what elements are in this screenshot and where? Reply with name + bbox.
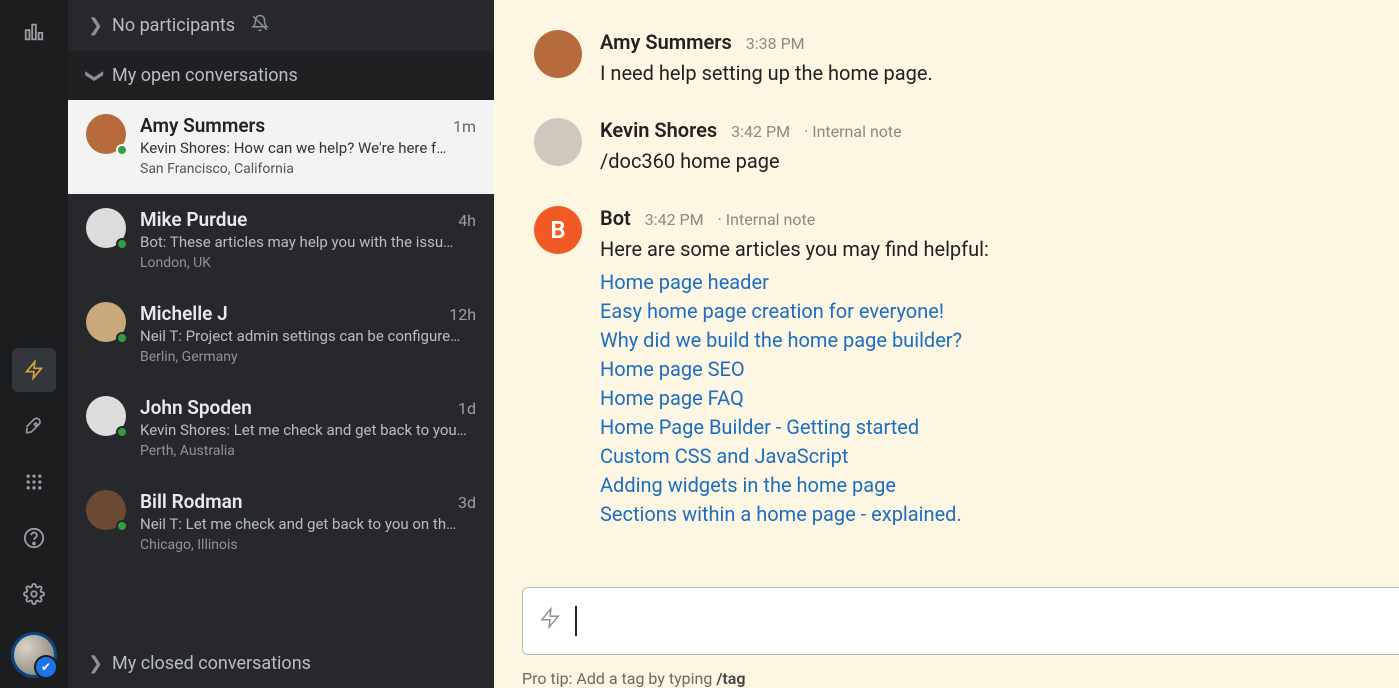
conversation-time: 12h [449, 305, 476, 324]
section-label: No participants [112, 15, 235, 36]
message-text: I need help setting up the home page. [600, 58, 1359, 88]
bell-off-icon [251, 14, 269, 37]
conversation-sidebar: ❯ No participants ❯ My open conversation… [68, 0, 494, 688]
help-icon[interactable] [12, 516, 56, 560]
conversation-list: Amy Summers 1m Kevin Shores: How can we … [68, 100, 494, 639]
avatar [86, 396, 126, 436]
conversation-time: 3d [458, 493, 476, 512]
presence-indicator [116, 332, 128, 344]
chevron-down-icon: ❯ [85, 69, 106, 83]
settings-gear-icon[interactable] [12, 572, 56, 616]
avatar [86, 490, 126, 530]
internal-note-label: Internal note [718, 210, 816, 229]
conversation-preview: Neil T: Let me check and get back to you… [140, 515, 476, 533]
conversation-preview: Kevin Shores: Let me check and get back … [140, 421, 476, 439]
article-link[interactable]: Why did we build the home page builder? [600, 326, 1359, 355]
conversation-time: 4h [458, 211, 476, 230]
message-author: Amy Summers [600, 30, 732, 54]
analytics-icon[interactable] [12, 10, 56, 54]
conversation-name: Michelle J [140, 302, 228, 325]
chevron-right-icon: ❯ [88, 15, 102, 36]
message-time: 3:42 PM [731, 122, 790, 141]
conversation-item[interactable]: Bill Rodman 3d Neil T: Let me check and … [68, 476, 494, 570]
message-time: 3:42 PM [645, 210, 704, 229]
section-my-closed[interactable]: ❯ My closed conversations [68, 639, 494, 688]
conversation-item[interactable]: Michelle J 12h Neil T: Project admin set… [68, 288, 494, 382]
article-link[interactable]: Home page header [600, 268, 1359, 297]
article-link[interactable]: Home page FAQ [600, 384, 1359, 413]
current-user-avatar[interactable] [11, 632, 57, 678]
conversation-name: Mike Purdue [140, 208, 247, 231]
avatar [86, 302, 126, 342]
bolt-icon[interactable] [539, 605, 561, 637]
message-time: 3:38 PM [746, 34, 805, 53]
message-author: Kevin Shores [600, 118, 717, 142]
message-composer[interactable] [522, 587, 1399, 655]
nav-rail [0, 0, 68, 688]
conversation-location: San Francisco, California [140, 161, 476, 177]
message-author: Bot [600, 206, 631, 230]
message: Amy Summers 3:38 PM I need help setting … [534, 30, 1359, 88]
conversation-name: Bill Rodman [140, 490, 242, 513]
conversation-location: Berlin, Germany [140, 349, 476, 365]
conversation-preview: Neil T: Project admin settings can be co… [140, 327, 476, 345]
conversation-item[interactable]: Mike Purdue 4h Bot: These articles may h… [68, 194, 494, 288]
conversation-preview: Bot: These articles may help you with th… [140, 233, 476, 251]
chat-pane: Amy Summers 3:38 PM I need help setting … [494, 0, 1399, 688]
message-avatar: B [534, 206, 582, 254]
text-caret [575, 606, 577, 636]
conversation-time: 1d [458, 399, 476, 418]
conversation-name: Amy Summers [140, 114, 265, 137]
internal-note-label: Internal note [804, 122, 902, 141]
message-avatar [534, 118, 582, 166]
conversation-item[interactable]: John Spoden 1d Kevin Shores: Let me chec… [68, 382, 494, 476]
article-link[interactable]: Easy home page creation for everyone! [600, 297, 1359, 326]
message-avatar [534, 30, 582, 78]
conversation-location: Chicago, Illinois [140, 537, 476, 553]
pro-tip: Pro tip: Add a tag by typing /tag [494, 661, 1399, 688]
avatar [86, 208, 126, 248]
article-link[interactable]: Home Page Builder - Getting started [600, 413, 1359, 442]
conversation-location: Perth, Australia [140, 443, 476, 459]
presence-indicator [116, 426, 128, 438]
chevron-right-icon: ❯ [88, 653, 102, 674]
conversation-preview: Kevin Shores: How can we help? We're her… [140, 139, 476, 157]
conversation-time: 1m [453, 117, 476, 136]
conversation-item[interactable]: Amy Summers 1m Kevin Shores: How can we … [68, 100, 494, 194]
bolt-icon[interactable] [12, 348, 56, 392]
avatar [86, 114, 126, 154]
pro-tip-text: Pro tip: Add a tag by typing [522, 669, 716, 688]
section-no-participants[interactable]: ❯ No participants [68, 0, 494, 51]
section-label: My open conversations [112, 65, 298, 86]
section-label: My closed conversations [112, 653, 311, 674]
presence-indicator [116, 238, 128, 250]
article-link[interactable]: Sections within a home page - explained. [600, 500, 1359, 529]
conversation-name: John Spoden [140, 396, 252, 419]
article-link[interactable]: Custom CSS and JavaScript [600, 442, 1359, 471]
pro-tip-cmd: /tag [716, 669, 745, 688]
message: B Bot 3:42 PM Internal note Here are som… [534, 206, 1359, 529]
message-list: Amy Summers 3:38 PM I need help setting … [494, 0, 1399, 587]
message: Kevin Shores 3:42 PM Internal note /doc3… [534, 118, 1359, 176]
section-my-open[interactable]: ❯ My open conversations [68, 51, 494, 100]
message-text: /doc360 home page [600, 146, 1359, 176]
article-link[interactable]: Home page SEO [600, 355, 1359, 384]
presence-indicator [116, 144, 128, 156]
apps-grid-icon[interactable] [12, 460, 56, 504]
presence-indicator [116, 520, 128, 532]
message-text: Here are some articles you may find help… [600, 234, 1359, 264]
rocket-icon[interactable] [12, 404, 56, 448]
article-links: Home page headerEasy home page creation … [600, 268, 1359, 529]
conversation-location: London, UK [140, 255, 476, 271]
article-link[interactable]: Adding widgets in the home page [600, 471, 1359, 500]
